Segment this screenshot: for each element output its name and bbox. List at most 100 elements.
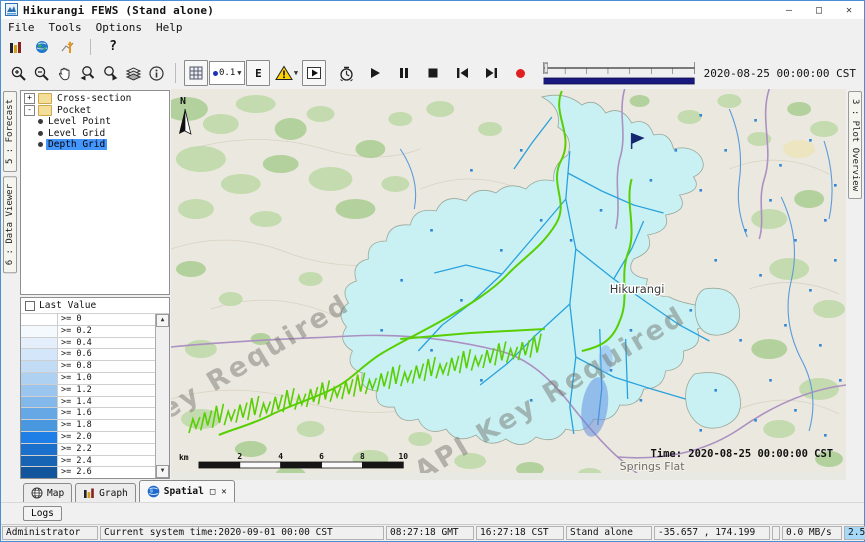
interval-dropdown[interactable]: 0.1 ▼	[209, 61, 245, 85]
title-bar: Hikurangi FEWS (Stand alone) — □ ✕	[1, 1, 864, 19]
close-button[interactable]: ✕	[834, 1, 864, 19]
menu-file[interactable]: File	[8, 21, 35, 34]
svg-text:6: 6	[319, 452, 324, 461]
legend-row[interactable]: >= 0.6	[21, 349, 155, 361]
folder-icon	[38, 93, 52, 104]
last-value-checkbox[interactable]	[25, 301, 35, 311]
timer-icon[interactable]	[335, 61, 357, 85]
status-cell-1: Current system time:2020-09-01 00:00 CST	[100, 526, 384, 540]
legend-swatch	[21, 349, 58, 360]
tree-node-pocket[interactable]: -Pocket	[21, 105, 169, 117]
tree-expander-icon[interactable]: -	[24, 105, 35, 116]
legend-row[interactable]: >= 0.2	[21, 326, 155, 338]
legend-row[interactable]: >= 1.4	[21, 397, 155, 409]
zoom-next-icon[interactable]	[99, 61, 121, 85]
logs-button[interactable]: Logs	[23, 506, 62, 521]
legend-scrollbar[interactable]: ▲ ▼	[155, 314, 169, 478]
status-cell-3: 16:27:18 CST	[476, 526, 564, 540]
database-icon[interactable]	[6, 38, 26, 56]
legend-swatch	[21, 326, 58, 337]
stop-button[interactable]	[422, 61, 444, 85]
side-tab-5-forecast[interactable]: 5 : Forecast	[3, 91, 17, 172]
tree-node-level-point[interactable]: Level Point	[21, 116, 169, 128]
interval-dot-icon	[213, 71, 218, 76]
zoom-in-icon[interactable]	[7, 61, 29, 85]
legend-row[interactable]: >= 0.8	[21, 361, 155, 373]
record-button[interactable]	[509, 61, 531, 85]
legend-row[interactable]: >= 2.4	[21, 456, 155, 468]
tree-label: Cross-section	[55, 93, 133, 104]
maximize-button[interactable]: □	[804, 1, 834, 19]
skip-end-button[interactable]	[480, 61, 502, 85]
tree-node-level-grid[interactable]: Level Grid	[21, 128, 169, 140]
legend-label: >= 0	[58, 314, 81, 325]
legend-toggle-button[interactable]: E	[246, 60, 270, 86]
legend-panel: Last Value >= 0>= 0.2>= 0.4>= 0.6>= 0.8>…	[20, 297, 170, 479]
globe-icon[interactable]	[32, 38, 52, 56]
svg-text:10: 10	[399, 452, 409, 461]
status-cell-2: 08:27:18 GMT	[386, 526, 474, 540]
bullet-icon	[38, 119, 43, 124]
svg-text:km: km	[179, 453, 189, 462]
tree-expander-icon[interactable]: +	[24, 93, 35, 104]
legend-swatch	[21, 444, 58, 455]
pan-hand-icon[interactable]	[53, 61, 75, 85]
tree-node-cross-section[interactable]: + Cross-section	[21, 93, 169, 105]
svg-text:N: N	[180, 96, 186, 107]
pause-button[interactable]	[393, 61, 415, 85]
legend-row[interactable]: >= 1.6	[21, 408, 155, 420]
tree-node-depth-grid[interactable]: Depth Grid	[21, 139, 169, 151]
toolbar-separator	[90, 39, 91, 55]
time-slider[interactable]	[542, 59, 696, 87]
legend-row[interactable]: >= 2.6	[21, 467, 155, 478]
bullet-icon	[38, 142, 43, 147]
legend-row[interactable]: >= 1.8	[21, 420, 155, 432]
side-tab-6-data-viewer[interactable]: 6 : Data Viewer	[3, 176, 17, 273]
play-button[interactable]	[364, 61, 386, 85]
info-icon[interactable]	[145, 61, 167, 85]
folder-icon	[38, 105, 52, 116]
close-panel-icon[interactable]: ✕	[221, 487, 226, 497]
layers-icon[interactable]	[122, 61, 144, 85]
logs-row: Logs	[1, 502, 864, 524]
legend-swatch	[21, 432, 58, 443]
map-view[interactable]: API Key Required API Key Required Hikura…	[171, 89, 846, 480]
legend-row[interactable]: >= 0.4	[21, 338, 155, 350]
tab-graph-label: Graph	[99, 488, 128, 499]
tab-spatial[interactable]: Spatial □ ✕	[139, 480, 235, 502]
left-tab-strip: 5 : Forecast 6 : Data Viewer	[1, 89, 19, 480]
minimize-button[interactable]: —	[774, 1, 804, 19]
legend-row[interactable]: >= 2.2	[21, 444, 155, 456]
legend-row[interactable]: >= 1.0	[21, 373, 155, 385]
skip-start-button[interactable]	[451, 61, 473, 85]
timeseries-icon[interactable]	[58, 38, 78, 56]
zoom-out-icon[interactable]	[30, 61, 52, 85]
scroll-down-icon[interactable]: ▼	[156, 465, 169, 478]
place-label: Springs Flat	[620, 460, 686, 473]
legend-title: Last Value	[39, 300, 96, 311]
warning-dropdown[interactable]: ▼	[271, 61, 301, 85]
grid-toggle-button[interactable]	[184, 60, 208, 86]
tab-graph[interactable]: Graph	[75, 483, 136, 502]
legend-row[interactable]: >= 1.2	[21, 385, 155, 397]
legend-label: >= 0.8	[58, 361, 92, 372]
menu-tools[interactable]: Tools	[49, 21, 82, 34]
zoom-previous-icon[interactable]	[76, 61, 98, 85]
menu-help[interactable]: Help	[156, 21, 183, 34]
legend-row[interactable]: >= 2.0	[21, 432, 155, 444]
help-button[interactable]: ?	[103, 38, 123, 56]
flood-lobe-southeast	[686, 373, 741, 429]
float-panel-icon[interactable]: □	[210, 487, 215, 497]
tab-map[interactable]: Map	[23, 483, 72, 502]
toolbar-main: ?	[1, 36, 864, 57]
legend-swatch	[21, 338, 58, 349]
animation-box-button[interactable]	[302, 60, 326, 86]
toolbar-map: 0.1 ▼ E ▼	[1, 57, 864, 89]
chevron-down-icon: ▼	[237, 69, 241, 77]
legend-label: >= 2.2	[58, 444, 92, 455]
legend-row[interactable]: >= 0	[21, 314, 155, 326]
menu-options[interactable]: Options	[96, 21, 142, 34]
scroll-up-icon[interactable]: ▲	[156, 314, 169, 327]
side-tab-3-plot-overview[interactable]: 3 : Plot Overview	[848, 91, 862, 199]
legend-label: >= 0.6	[58, 349, 92, 360]
